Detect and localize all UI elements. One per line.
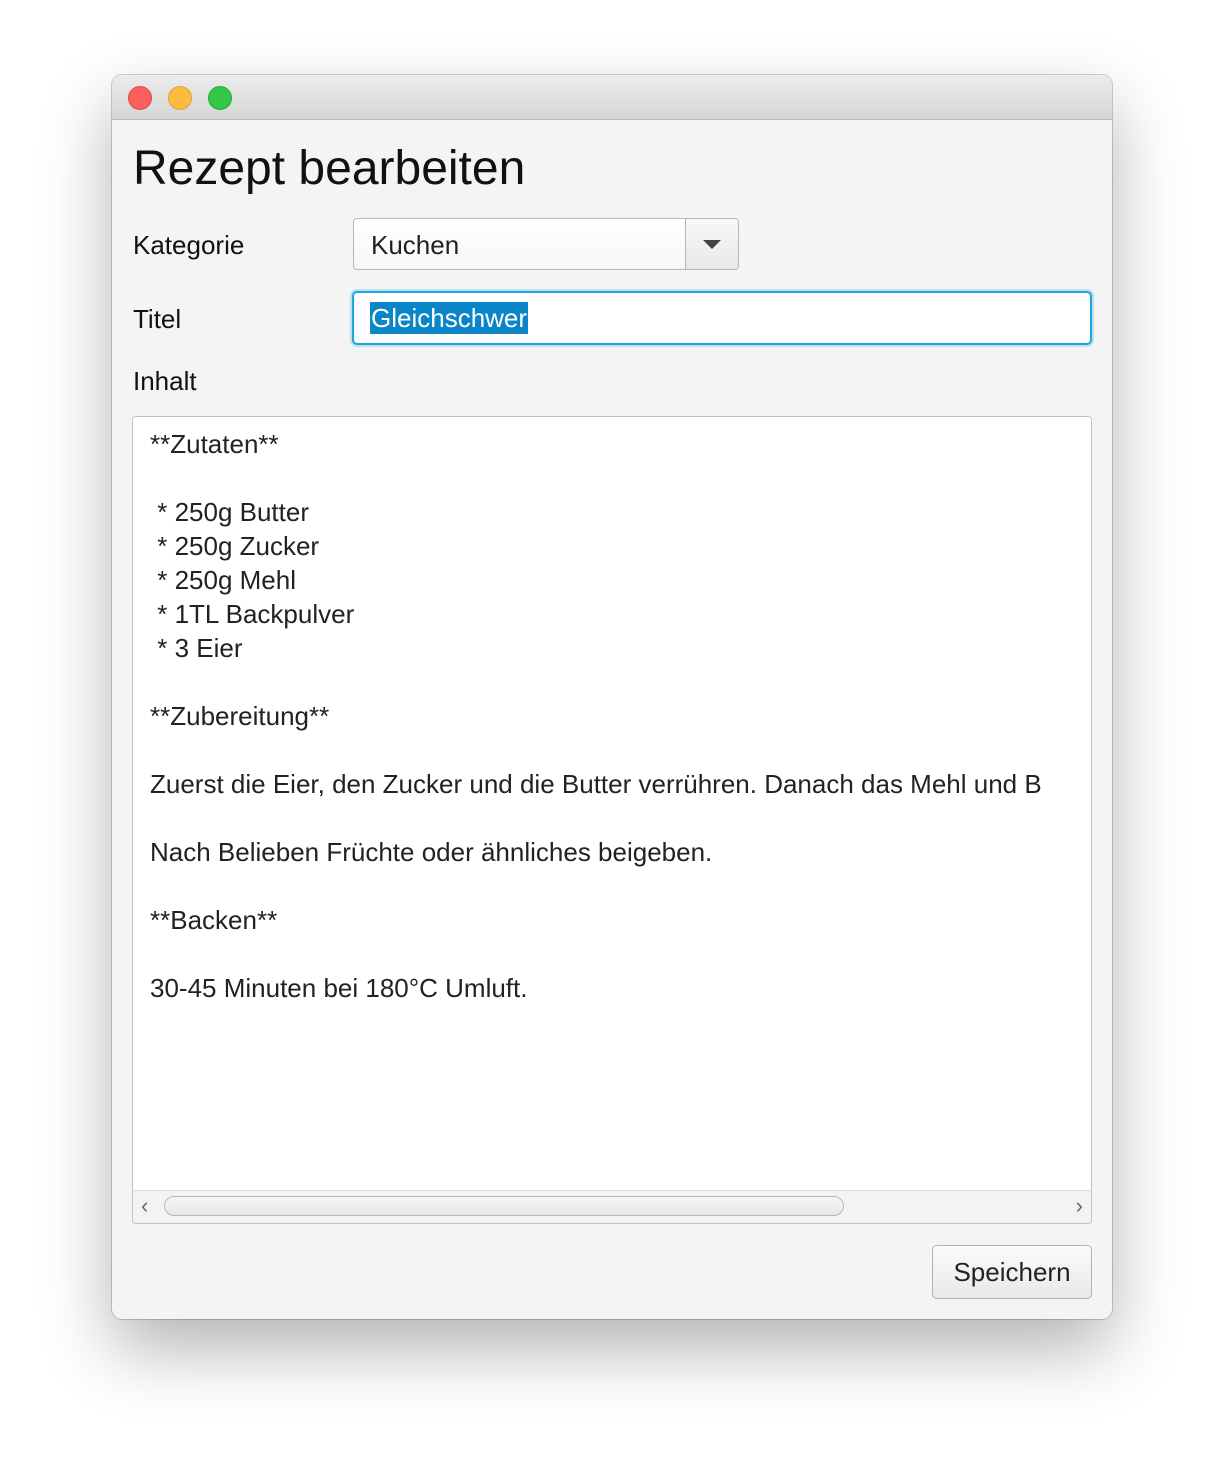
scrollbar-thumb[interactable] <box>164 1196 844 1216</box>
recipe-edit-window: Rezept bearbeiten Kategorie Kuchen Titel… <box>112 75 1112 1319</box>
category-selected-value: Kuchen <box>371 230 460 260</box>
close-icon[interactable] <box>128 86 152 110</box>
title-input-selected-text: Gleichschwer <box>370 302 529 334</box>
chevron-down-icon <box>703 240 721 249</box>
content-textarea[interactable]: **Zutaten** * 250g Butter * 250g Zucker … <box>132 416 1092 1224</box>
category-dropdown-button[interactable] <box>685 219 738 269</box>
minimize-icon[interactable] <box>168 86 192 110</box>
title-label: Titel <box>133 304 182 334</box>
title-bar[interactable] <box>112 75 1112 120</box>
save-button[interactable]: Speichern <box>932 1245 1092 1299</box>
scroll-right-icon[interactable]: › <box>1076 1194 1083 1218</box>
content-text: **Zutaten** * 250g Butter * 250g Zucker … <box>150 429 1042 1003</box>
title-input[interactable]: Gleichschwer <box>352 291 1092 345</box>
maximize-icon[interactable] <box>208 86 232 110</box>
scroll-left-icon[interactable]: ‹ <box>141 1194 148 1218</box>
content-label: Inhalt <box>133 366 197 396</box>
category-label: Kategorie <box>133 230 245 260</box>
category-select[interactable]: Kuchen <box>353 218 739 270</box>
page-title: Rezept bearbeiten <box>133 142 526 195</box>
horizontal-scrollbar[interactable]: ‹ › <box>133 1190 1091 1223</box>
